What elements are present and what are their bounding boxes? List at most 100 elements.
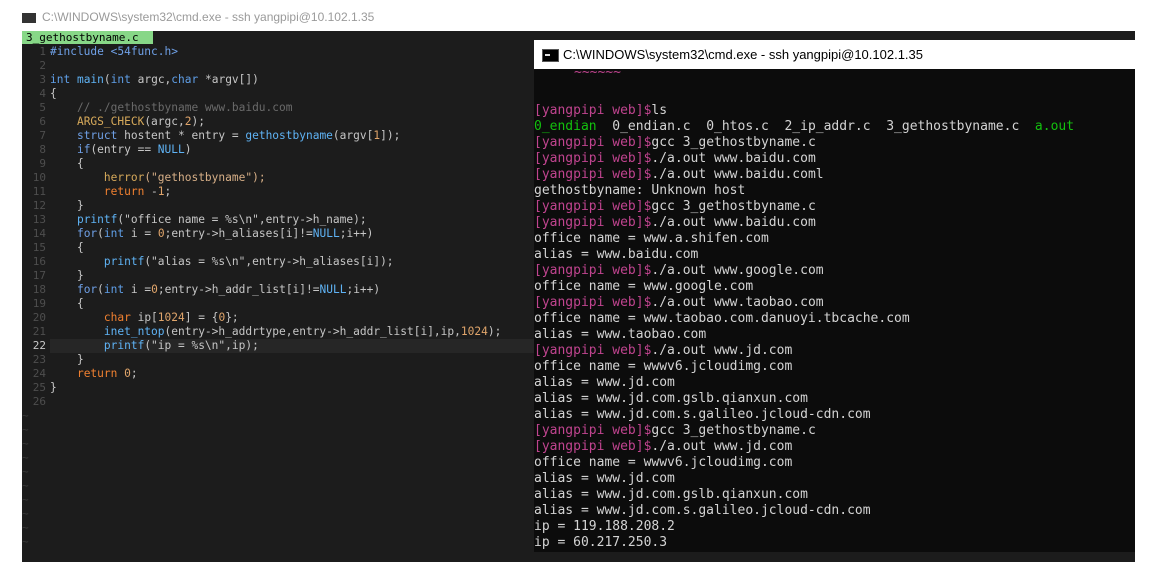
code-token: { (50, 241, 84, 254)
line-number: 5 (39, 101, 46, 114)
terminal-text: office name = www.a.shifen.com (534, 231, 769, 246)
terminal-text: 0_endian.c 0_htos.c 2_ip_addr.c 3_gethos… (596, 119, 1035, 134)
code-token: - (144, 185, 158, 198)
cmd-title-bar[interactable]: C:\WINDOWS\system32\cmd.exe - ssh yangpi… (534, 40, 1135, 69)
code-token: i = (124, 227, 158, 240)
terminal-line: [yangpipi web]$./a.out www.google.com (534, 263, 824, 279)
code-line[interactable]: herror("gethostbyname"); (50, 171, 540, 185)
terminal-text: ./a.out www.baidu.coml (651, 167, 824, 182)
terminal-line: [yangpipi web]$ls (534, 103, 667, 119)
code-token: int (110, 73, 131, 86)
line-number: 24 (32, 367, 46, 380)
code-line[interactable]: int main(int argc,char *argv[]) (50, 73, 540, 87)
terminal-text: alias = www.jd.com (534, 471, 675, 486)
code-line[interactable]: } (50, 199, 540, 213)
shell-prompt: [yangpipi web]$ (534, 103, 652, 118)
code-line[interactable]: inet_ntop(entry->h_addrtype,entry->h_add… (50, 325, 540, 339)
code-line[interactable]: for(int i =0;entry->h_addr_list[i]!=NULL… (50, 283, 540, 297)
code-token: return (76, 367, 118, 380)
code-line[interactable]: printf("office name = %s\n",entry->h_nam… (50, 213, 540, 227)
code-token: herror (103, 171, 145, 184)
code-line[interactable]: { (50, 241, 540, 255)
code-line[interactable]: return -1; (50, 185, 540, 199)
terminal-text: gcc 3_gethostbyname.c (651, 423, 816, 438)
code-line[interactable] (50, 59, 540, 73)
terminal-line: alias = www.baidu.com (534, 247, 698, 263)
code-line[interactable]: // ./gethostbyname www.baidu.com (50, 101, 540, 115)
code-token: 1024 (157, 311, 185, 324)
code-line[interactable]: printf("alias = %s\n",entry->h_aliases[i… (50, 255, 540, 269)
shell-prompt: [yangpipi web]$ (534, 215, 652, 230)
code-token: gethostbyname (245, 129, 333, 142)
code-token: argc, (130, 73, 172, 86)
line-number: 6 (39, 115, 46, 128)
code-token: ;entry->h_aliases[i]!= (164, 227, 313, 240)
code-token: entry->h_name); (265, 213, 367, 226)
code-token: ); (191, 115, 205, 128)
terminal-line: [yangpipi web]$./a.out www.baidu.com (534, 151, 816, 167)
terminal-text: ./a.out www.baidu.com (651, 151, 816, 166)
terminal-text: alias = www.jd.com (534, 375, 675, 390)
code-token: main (76, 73, 104, 86)
code-line[interactable]: struct hostent * entry = gethostbyname(a… (50, 129, 540, 143)
line-number: 26 (32, 395, 46, 408)
terminal-line: [yangpipi web]$./a.out www.baidu.coml (534, 167, 824, 183)
terminal-text: alias = www.baidu.com (534, 247, 699, 262)
terminal-text: alias = www.jd.com.gslb.qianxun.com (534, 487, 808, 502)
terminal-line: [yangpipi web]$gcc 3_gethostbyname.c (534, 199, 816, 215)
code-token: } (50, 381, 57, 394)
line-number: 15 (32, 241, 46, 254)
code-token: return (103, 185, 145, 198)
terminal-output[interactable]: [yangpipi web]$ls 0_endian 0_endian.c 0_h… (534, 69, 1135, 552)
cmd-title-text: C:\WINDOWS\system32\cmd.exe - ssh yangpi… (563, 47, 924, 62)
code-token: NULL (319, 283, 347, 296)
code-line[interactable]: { (50, 297, 540, 311)
terminal-line: [yangpipi web]$./a.out www.baidu.com (534, 215, 816, 231)
code-line[interactable]: if(entry == NULL) (50, 143, 540, 157)
code-line[interactable]: } (50, 381, 540, 395)
line-number: 4 (39, 87, 46, 100)
terminal-line: alias = www.taobao.com (534, 327, 706, 343)
line-number: 9 (39, 157, 46, 170)
code-token: for (76, 227, 98, 240)
code-token: } (50, 269, 84, 282)
code-token: ;entry->h_addr_list[i]!= (157, 283, 320, 296)
code-line[interactable]: } (50, 353, 540, 367)
code-line[interactable]: for(int i = 0;entry->h_aliases[i]!=NULL;… (50, 227, 540, 241)
line-number: 7 (39, 129, 46, 142)
line-number: 13 (32, 213, 46, 226)
code-line[interactable]: return 0; (50, 367, 540, 381)
code-line[interactable]: } (50, 269, 540, 283)
cmd-window[interactable]: C:\WINDOWS\system32\cmd.exe - ssh yangpi… (534, 40, 1135, 552)
terminal-line: [yangpipi web]$gcc 3_gethostbyname.c (534, 135, 816, 151)
line-number: 18 (32, 283, 46, 296)
line-number: 21 (32, 325, 46, 338)
tab-3-gethostbyname[interactable]: 3_gethostbyname.c (22, 31, 153, 44)
code-token: printf (103, 339, 145, 352)
code-token: (argc, (144, 115, 185, 128)
code-token: i = (124, 283, 152, 296)
code-token: inet_ntop (103, 325, 165, 338)
code-line[interactable]: printf("ip = %s\n",ip); (50, 339, 540, 353)
code-token: int (103, 227, 125, 240)
code-line[interactable]: ARGS_CHECK(argc,2); (50, 115, 540, 129)
code-line[interactable]: { (50, 157, 540, 171)
terminal-line: alias = www.jd.com (534, 471, 675, 487)
code-line[interactable]: char ip[1024] = {0}; (50, 311, 540, 325)
terminal-line: alias = www.jd.com.gslb.qianxun.com (534, 391, 808, 407)
code-line[interactable]: #include <54func.h> (50, 45, 540, 59)
code-token: } (50, 199, 84, 212)
terminal-line: gethostbyname: Unknown host (534, 183, 745, 199)
terminal-text: office name = wwwv6.jcloudimg.com (534, 359, 793, 374)
terminal-text: alias = www.jd.com.gslb.qianxun.com (534, 391, 808, 406)
code-line[interactable]: { (50, 87, 540, 101)
code-line[interactable] (50, 395, 540, 409)
terminal-line: alias = www.jd.com (534, 375, 675, 391)
code-area[interactable]: #include <54func.h> int main(int argc,cha… (50, 45, 540, 409)
line-number: 1 (39, 45, 46, 58)
